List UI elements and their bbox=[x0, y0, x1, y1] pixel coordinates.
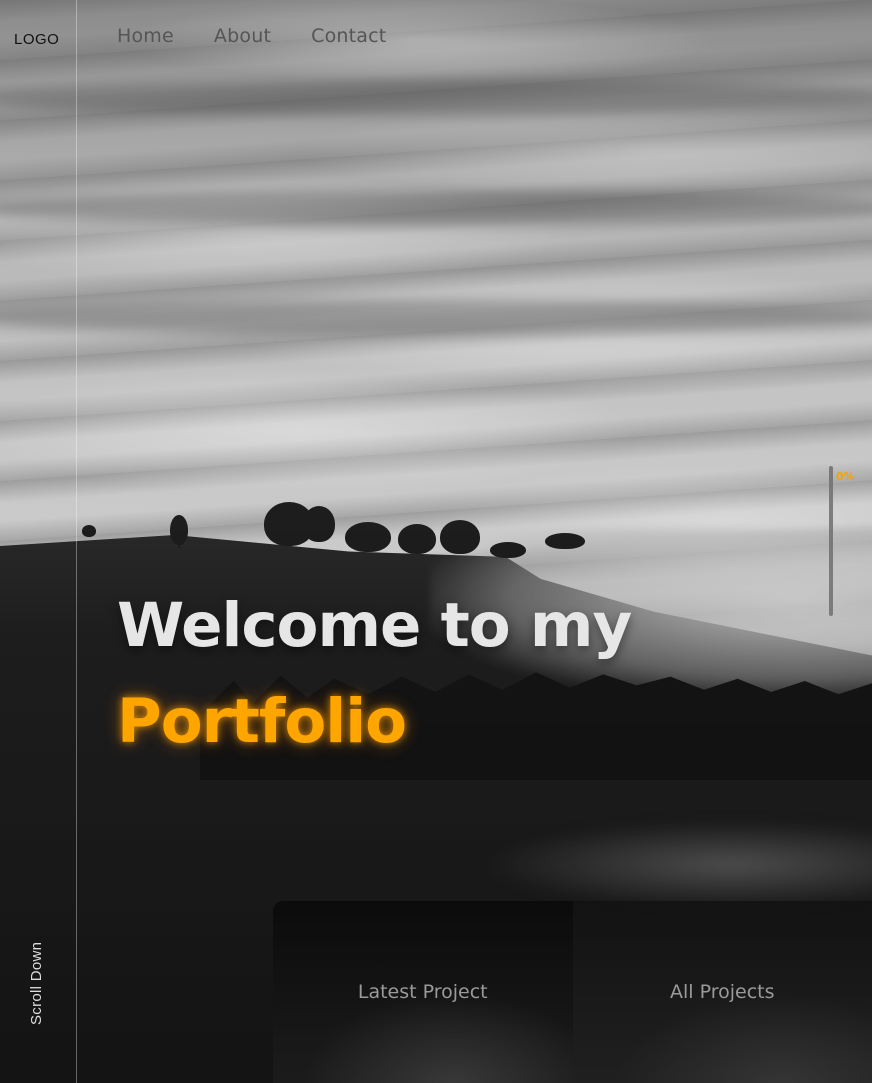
latest-project-card[interactable]: Latest Project bbox=[273, 901, 573, 1083]
main-nav: Home About Contact bbox=[117, 25, 386, 47]
project-cards: Latest Project All Projects bbox=[273, 901, 872, 1083]
hero-heading-line1: Welcome to my bbox=[117, 590, 632, 661]
hero-heading-line2: Portfolio bbox=[117, 686, 407, 757]
nav-link-about[interactable]: About bbox=[214, 25, 271, 47]
left-sidebar: LOGO Scroll Down bbox=[0, 0, 77, 1083]
nav-link-home[interactable]: Home bbox=[117, 25, 174, 47]
scroll-progress-bar bbox=[829, 466, 833, 616]
scroll-down-link[interactable]: Scroll Down bbox=[28, 942, 45, 1025]
all-projects-card[interactable]: All Projects bbox=[572, 901, 872, 1083]
logo[interactable]: LOGO bbox=[14, 31, 59, 48]
nav-link-contact[interactable]: Contact bbox=[311, 25, 386, 47]
scroll-progress-label: 0% bbox=[836, 470, 855, 483]
